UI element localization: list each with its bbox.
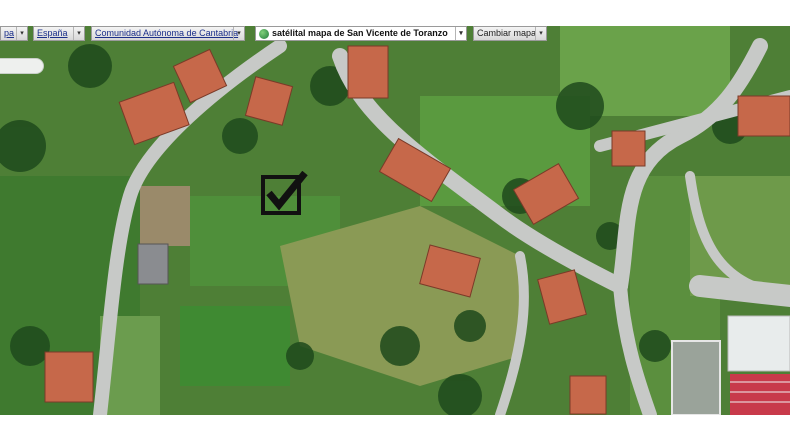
country-select-label: España: [37, 28, 68, 38]
satellite-map[interactable]: [0, 26, 790, 415]
map-search-pill[interactable]: [0, 58, 44, 74]
globe-icon: [259, 29, 269, 39]
map-toolbar: pa ▾ España ▾ Comunidad Autónoma de Cant…: [0, 26, 790, 42]
change-map-label: Cambiar mapa: [477, 28, 537, 38]
chevron-down-icon: ▾: [16, 27, 27, 40]
region-select-pa-label: pa: [4, 28, 15, 38]
checkmark-box-icon[interactable]: [261, 170, 309, 217]
community-select-label: Comunidad Autónoma de Cantabria: [95, 28, 239, 38]
community-select[interactable]: Comunidad Autónoma de Cantabria ▾: [91, 26, 245, 41]
map-title-label: satélital mapa de San Vicente de Toranzo: [272, 28, 448, 38]
region-select-pa[interactable]: pa ▾: [0, 26, 28, 41]
chevron-down-icon: ▾: [535, 27, 546, 40]
map-title-select[interactable]: satélital mapa de San Vicente de Toranzo…: [255, 26, 467, 41]
chevron-down-icon: ▾: [73, 27, 84, 40]
chevron-down-icon: ▾: [455, 27, 466, 40]
change-map-button[interactable]: Cambiar mapa ▾: [473, 26, 547, 41]
country-select[interactable]: España ▾: [33, 26, 85, 41]
chevron-down-icon: ▾: [233, 27, 244, 40]
